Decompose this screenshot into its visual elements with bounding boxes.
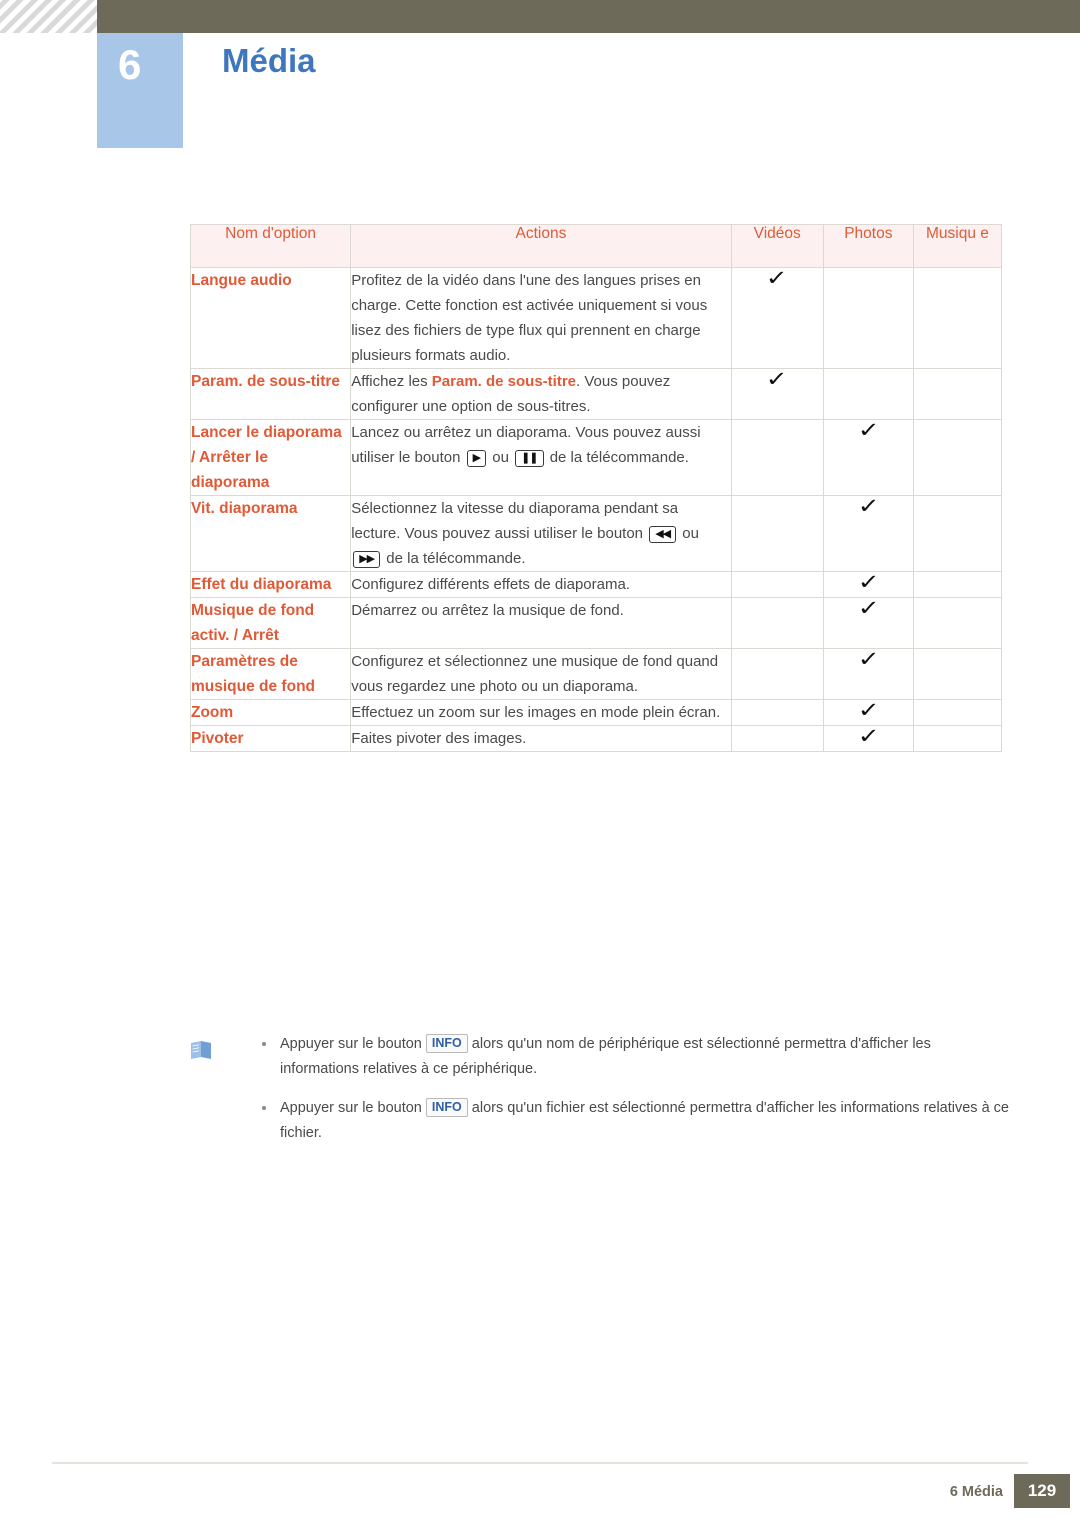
- table-row: Effet du diaporama Configurez différents…: [189, 571, 1003, 598]
- musique-mark: [912, 368, 1003, 420]
- column-header-musique: Musiqu e: [912, 224, 1003, 268]
- option-action: Configurez et sélectionnez une musique d…: [350, 648, 732, 700]
- photos-mark: ✓: [822, 648, 914, 700]
- table-header-row: Nom d'option Actions Vidéos Photos Musiq…: [189, 224, 1003, 268]
- rewind-button-icon: ◀◀: [649, 526, 677, 543]
- videos-mark: [730, 648, 824, 700]
- table-row: Langue audio Profitez de la vidéo dans l…: [189, 267, 1003, 369]
- option-name: Vit. diaporama: [189, 495, 352, 572]
- option-action: Démarrez ou arrêtez la musique de fond.: [350, 597, 732, 649]
- page-title: Média: [222, 42, 316, 79]
- videos-mark: ✓: [730, 267, 824, 369]
- option-name: Param. de sous-titre: [189, 368, 352, 420]
- play-button-icon: ▶: [466, 450, 487, 467]
- photos-mark: ✓: [822, 725, 914, 752]
- check-icon: ✓: [857, 419, 880, 442]
- check-icon: ✓: [857, 648, 880, 671]
- videos-mark: [730, 725, 824, 752]
- check-icon: ✓: [857, 725, 880, 748]
- musique-mark: [912, 571, 1003, 598]
- options-table-container: Nom d'option Actions Vidéos Photos Musiq…: [189, 224, 1003, 752]
- videos-mark: [730, 495, 824, 572]
- table-row: Paramètres de musique de fond Configurez…: [189, 648, 1003, 700]
- note-text-pre: Appuyer sur le bouton: [280, 1100, 426, 1116]
- footer-divider: [52, 1462, 1028, 1464]
- videos-mark: [730, 597, 824, 649]
- options-table: Nom d'option Actions Vidéos Photos Musiq…: [189, 224, 1003, 752]
- option-name: Zoom: [189, 699, 352, 726]
- column-header-photos: Photos: [822, 224, 914, 268]
- header-hatch-decoration: [0, 0, 97, 33]
- table-row: Vit. diaporama Sélectionnez la vitesse d…: [189, 495, 1003, 572]
- musique-mark: [912, 597, 1003, 649]
- option-action: Effectuez un zoom sur les images en mode…: [350, 699, 732, 726]
- check-icon: ✓: [766, 267, 789, 290]
- musique-mark: [912, 725, 1003, 752]
- check-icon: ✓: [766, 368, 789, 391]
- check-icon: ✓: [857, 495, 880, 518]
- action-text-pre: Sélectionnez la vitesse du diaporama pen…: [351, 500, 679, 542]
- header-band: [0, 0, 1080, 33]
- option-name: Effet du diaporama: [189, 571, 352, 598]
- videos-mark: [730, 419, 824, 496]
- photos-mark: ✓: [822, 495, 914, 572]
- note-text-pre: Appuyer sur le bouton: [280, 1036, 426, 1052]
- note-item: Appuyer sur le bouton INFO alors qu'un f…: [190, 1096, 1010, 1146]
- musique-mark: [912, 699, 1003, 726]
- check-icon: ✓: [857, 699, 880, 722]
- column-header-name: Nom d'option: [189, 224, 352, 268]
- check-icon: ✓: [857, 597, 880, 620]
- bullet-icon: [262, 1106, 266, 1110]
- videos-mark: [730, 699, 824, 726]
- page-number: 129: [1014, 1474, 1070, 1508]
- musique-mark: [912, 267, 1003, 369]
- bullet-icon: [262, 1042, 266, 1046]
- option-name: Musique de fond activ. / Arrêt: [189, 597, 352, 649]
- action-text-mid: ou: [678, 525, 699, 542]
- option-action: Sélectionnez la vitesse du diaporama pen…: [350, 495, 732, 572]
- option-action: Profitez de la vidéo dans l'une des lang…: [350, 267, 732, 369]
- photos-mark: [822, 267, 914, 369]
- info-button-icon: INFO: [425, 1034, 468, 1053]
- table-row: Pivoter Faites pivoter des images. ✓: [189, 725, 1003, 752]
- option-name: Langue audio: [189, 267, 352, 369]
- info-button-icon: INFO: [425, 1098, 468, 1117]
- table-row: Param. de sous-titre Affichez les Param.…: [189, 368, 1003, 420]
- table-row: Musique de fond activ. / Arrêt Démarrez …: [189, 597, 1003, 649]
- action-text-pre: Affichez les: [351, 373, 432, 390]
- footer-chapter-label: 6 Média: [949, 1484, 1003, 1500]
- musique-mark: [912, 419, 1003, 496]
- action-highlight: Param. de sous-titre: [431, 373, 577, 390]
- musique-mark: [912, 495, 1003, 572]
- column-header-actions: Actions: [350, 224, 732, 268]
- pause-button-icon: ❚❚: [515, 450, 544, 467]
- option-name: Paramètres de musique de fond: [189, 648, 352, 700]
- option-action: Affichez les Param. de sous-titre. Vous …: [350, 368, 732, 420]
- option-action: Lancez ou arrêtez un diaporama. Vous pou…: [350, 419, 732, 496]
- action-text-mid: ou: [488, 449, 514, 466]
- photos-mark: ✓: [822, 699, 914, 726]
- photos-mark: ✓: [822, 571, 914, 598]
- action-text-post: de la télécommande.: [382, 550, 526, 567]
- photos-mark: ✓: [822, 597, 914, 649]
- column-header-videos: Vidéos: [730, 224, 824, 268]
- option-name: Lancer le diaporama / Arrêter le diapora…: [189, 419, 352, 496]
- photos-mark: ✓: [822, 419, 914, 496]
- notes-section: Appuyer sur le bouton INFO alors qu'un n…: [190, 1032, 1010, 1160]
- fast-forward-button-icon: ▶▶: [353, 551, 381, 568]
- videos-mark: ✓: [730, 368, 824, 420]
- table-row: Lancer le diaporama / Arrêter le diapora…: [189, 419, 1003, 496]
- musique-mark: [912, 648, 1003, 700]
- note-item: Appuyer sur le bouton INFO alors qu'un n…: [190, 1032, 1010, 1082]
- option-action: Configurez différents effets de diaporam…: [350, 571, 732, 598]
- option-action: Faites pivoter des images.: [350, 725, 732, 752]
- photos-mark: [822, 368, 914, 420]
- check-icon: ✓: [857, 571, 880, 594]
- action-text-post: de la télécommande.: [545, 449, 689, 466]
- chapter-number: 6: [118, 41, 142, 88]
- videos-mark: [730, 571, 824, 598]
- table-row: Zoom Effectuez un zoom sur les images en…: [189, 699, 1003, 726]
- option-name: Pivoter: [189, 725, 352, 752]
